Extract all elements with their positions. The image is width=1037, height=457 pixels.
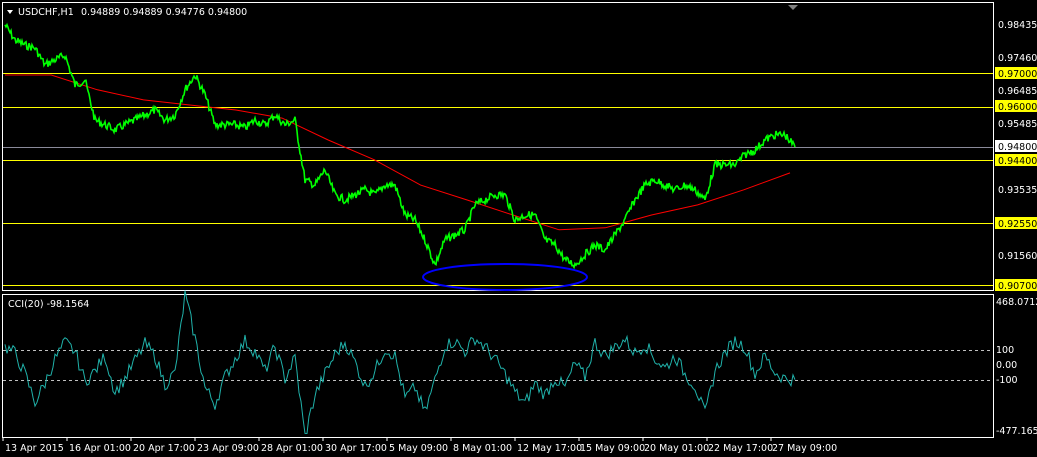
time-tick: 20 May 01:00 <box>644 443 709 454</box>
time-tick: 23 Apr 09:00 <box>197 443 259 454</box>
time-tick: 30 Apr 17:00 <box>325 443 387 454</box>
background <box>0 0 1037 457</box>
price-tick: 0.91560 <box>998 251 1037 262</box>
ohlc-values: 0.94889 0.94889 0.94776 0.94800 <box>81 7 247 18</box>
current-price-label: 0.94800 <box>998 142 1037 153</box>
price-tick: 0.98435 <box>998 20 1037 31</box>
time-tick: 28 Apr 01:00 <box>261 443 323 454</box>
price-axis[interactable]: 0.98435 0.97460 0.96485 0.95485 0.93535 … <box>995 20 1037 292</box>
level-label: 0.94400 <box>998 156 1037 167</box>
level-label: 0.90700 <box>998 281 1037 292</box>
price-tick: 0.95485 <box>998 119 1037 130</box>
cci-upper-label: 100 <box>996 345 1014 356</box>
time-tick: 27 May 09:00 <box>772 443 837 454</box>
cci-max-label: 468.0712 <box>996 297 1037 308</box>
level-label: 0.92550 <box>998 219 1037 230</box>
price-tick: 0.96485 <box>998 86 1037 97</box>
price-tick: 0.97460 <box>998 53 1037 64</box>
chart-window[interactable]: USDCHF,H1 0.94889 0.94889 0.94776 0.9480… <box>0 0 1037 457</box>
time-tick: 8 May 01:00 <box>453 443 512 454</box>
time-tick: 15 May 09:00 <box>580 443 645 454</box>
time-tick: 20 Apr 17:00 <box>133 443 195 454</box>
cci-zero-label: 0.00 <box>996 360 1017 371</box>
time-tick: 5 May 09:00 <box>389 443 448 454</box>
time-tick: 22 May 17:00 <box>708 443 773 454</box>
cci-label: CCI(20) -98.1564 <box>8 299 89 310</box>
cci-lower-label: -100 <box>996 375 1018 386</box>
level-label: 0.97000 <box>998 69 1037 80</box>
price-tick: 0.93535 <box>998 185 1037 196</box>
time-tick: 16 Apr 01:00 <box>69 443 131 454</box>
time-tick: 13 Apr 2015 <box>5 443 64 454</box>
time-tick: 12 May 17:00 <box>517 443 582 454</box>
level-label: 0.96000 <box>998 102 1037 113</box>
cci-min-label: -477.1659 <box>996 426 1037 437</box>
symbol-label: USDCHF,H1 <box>18 7 74 18</box>
